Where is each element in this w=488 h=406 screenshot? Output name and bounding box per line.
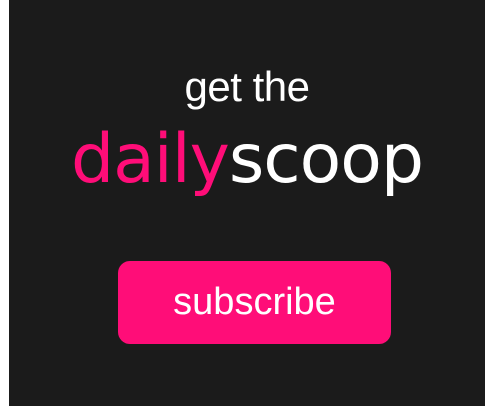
eyebrow-text: get the xyxy=(184,63,310,110)
ad-banner: get the dailyscoop subscribe xyxy=(9,0,485,406)
subscribe-button[interactable]: subscribe xyxy=(118,261,391,344)
brand-logo: dailyscoop xyxy=(9,120,485,200)
brand-logo-scoop: scoop xyxy=(228,120,424,199)
brand-logo-daily: daily xyxy=(70,120,230,199)
